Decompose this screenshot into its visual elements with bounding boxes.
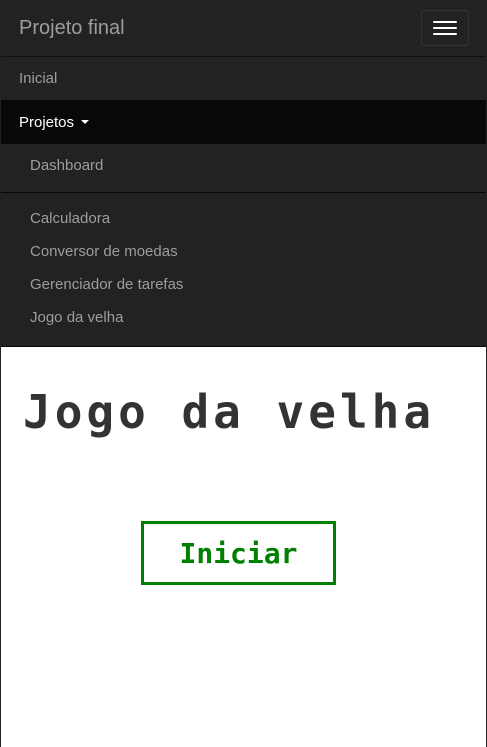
dropdown-item-label: Dashboard [30, 157, 104, 174]
nav-item-label: Projetos [19, 113, 75, 131]
caret-down-icon [81, 120, 90, 124]
navbar: Projeto final Inicial Projetos Dashboard… [1, 0, 486, 347]
hamburger-icon [433, 21, 457, 23]
nav-item-inicial[interactable]: Inicial [1, 57, 486, 100]
hamburger-icon-bar [433, 27, 457, 29]
dropdown-item-label: Calculadora [30, 210, 111, 227]
dropdown-item-gerenciador-de-tarefas[interactable]: Gerenciador de tarefas [1, 268, 486, 301]
dropdown-item-dashboard[interactable]: Dashboard [1, 149, 486, 182]
navbar-toggle-button[interactable] [421, 10, 469, 46]
projetos-dropdown-menu: Dashboard Calculadora Conversor de moeda… [1, 144, 486, 346]
dropdown-divider [1, 192, 486, 193]
dropdown-item-label: Conversor de moedas [30, 243, 178, 260]
dropdown-item-label: Jogo da velha [30, 309, 124, 326]
nav-item-projetos[interactable]: Projetos [1, 100, 486, 144]
start-button[interactable]: Iniciar [141, 521, 336, 585]
nav-item-label: Inicial [19, 70, 58, 87]
dropdown-item-calculadora[interactable]: Calculadora [1, 202, 486, 235]
dropdown-item-jogo-da-velha[interactable]: Jogo da velha [1, 301, 486, 334]
navbar-header: Projeto final [1, 0, 486, 57]
game-title: Jogo da velha [23, 385, 436, 439]
dropdown-item-conversor-de-moedas[interactable]: Conversor de moedas [1, 235, 486, 268]
game-area: Jogo da velha Iniciar [1, 347, 486, 734]
dropdown-item-label: Gerenciador de tarefas [30, 276, 184, 293]
navbar-brand[interactable]: Projeto final [19, 17, 125, 40]
hamburger-icon-bar [433, 33, 457, 35]
